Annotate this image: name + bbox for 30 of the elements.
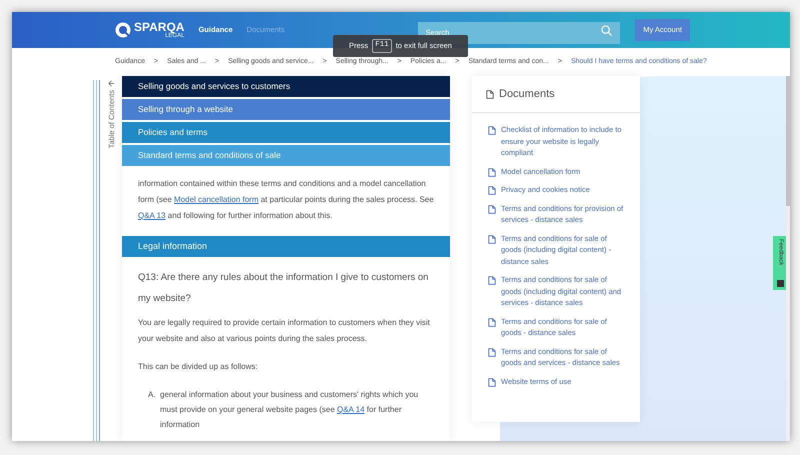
section-bar[interactable]: Selling goods and services to customers [122, 76, 450, 97]
body-paragraph: This can be divided up as follows: [138, 361, 259, 373]
document-icon [488, 126, 496, 135]
search-icon[interactable] [601, 24, 612, 36]
text-link[interactable]: Q&A 13 [138, 211, 166, 220]
body-paragraph: information contained within these terms and conditions and a model cancellation form (see Model cancellation form at particular points during the sales process. See Q&A 13 and following for further information about this. [138, 178, 434, 222]
list-item-text: general information about your business and customers' rights which you must provide on your general website pages (see Q&A 14 for further information [160, 389, 420, 431]
section-bar[interactable]: Standard terms and conditions of sale [122, 145, 450, 166]
section-heading-bar: Legal information [122, 236, 450, 257]
body-paragraph: You are legally required to provide certain information to customers when they visit your website and also at various points during the sales process. [138, 317, 431, 345]
document-icon [488, 204, 496, 214]
document-icon [488, 318, 496, 326]
arrow-left-icon[interactable] [108, 80, 115, 87]
document-icon [488, 378, 496, 386]
panel-title: Documents [499, 86, 555, 102]
logo-name: SPARQA [134, 21, 184, 33]
document-icon [488, 276, 496, 285]
q-logo-icon [115, 22, 131, 38]
document-icon [488, 168, 496, 176]
section-bar[interactable]: Policies and terms [122, 122, 450, 143]
list-marker: A. [148, 389, 157, 401]
section-bar[interactable]: Selling through a website [122, 99, 450, 120]
document-icon [488, 348, 496, 356]
document-icon [488, 234, 496, 244]
scrollbar-thumb[interactable] [786, 76, 790, 206]
text-link[interactable]: Model cancellation form [174, 195, 258, 204]
document-icon [486, 90, 494, 98]
question-heading: Q13: Are there any rules about the information I give to customers on my website? [138, 271, 430, 306]
text-link[interactable]: Q&A 14 [337, 405, 365, 414]
document-icon [488, 186, 496, 195]
